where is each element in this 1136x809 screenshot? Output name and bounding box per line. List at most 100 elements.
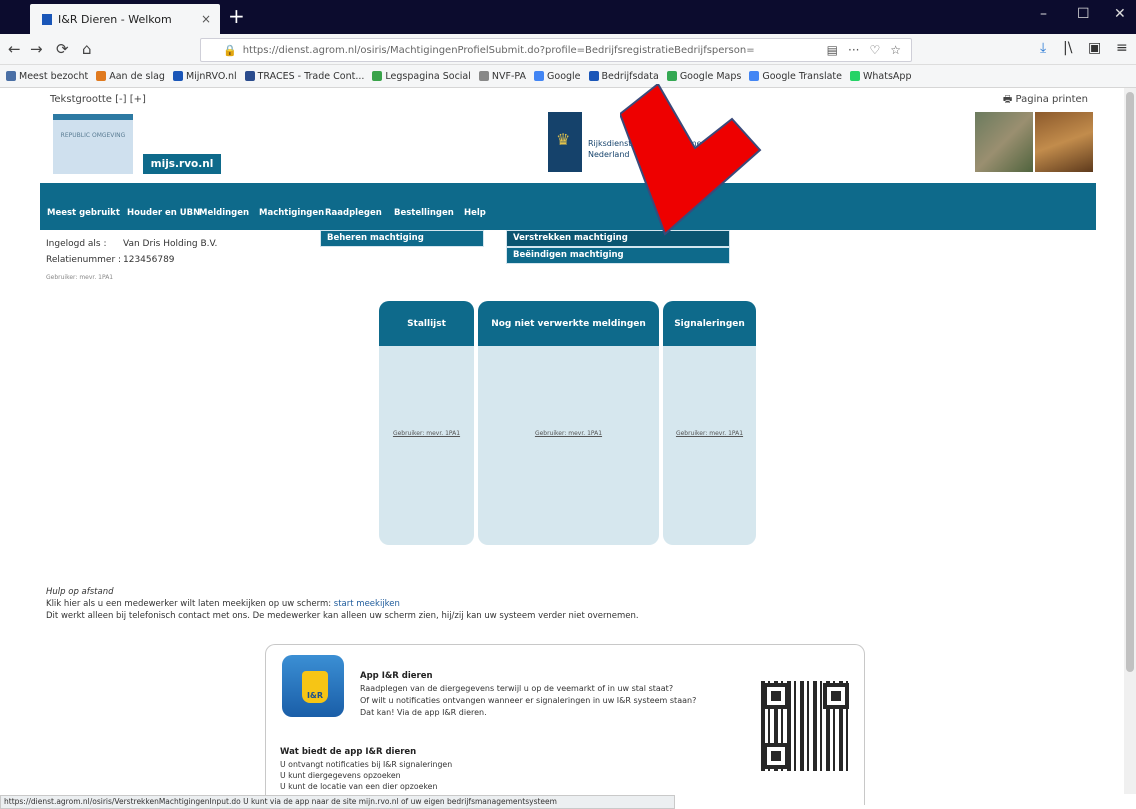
bookmark-label: WhatsApp xyxy=(863,70,912,82)
back-icon[interactable]: ← xyxy=(8,40,21,58)
maximize-icon[interactable]: ☐ xyxy=(1077,6,1090,22)
bookmark-star-icon[interactable]: ☆ xyxy=(890,43,901,57)
bookmark-item[interactable]: Google Maps xyxy=(666,70,742,82)
app-ir-icon[interactable]: I&R xyxy=(282,655,344,717)
bookmark-item[interactable]: NVF-PA xyxy=(478,70,527,82)
nav-raadplegen[interactable]: Raadplegen xyxy=(325,208,382,218)
logged-in-label: Ingelogd als : xyxy=(46,239,107,249)
browser-nav-bar: ← → ⟳ ⌂ 🔒 https://dienst.agrom.nl/osiris… xyxy=(0,34,1136,65)
bookmark-icon xyxy=(372,71,383,81)
bookmark-icon xyxy=(666,71,677,81)
app-description: Raadplegen van de diergegevens terwijl u… xyxy=(360,684,697,717)
submenu-beheren-machtiging[interactable]: Beheren machtiging xyxy=(320,230,484,247)
browser-tab[interactable]: I&R Dieren - Welkom × xyxy=(30,4,220,34)
reload-icon[interactable]: ⟳ xyxy=(56,40,69,58)
cow-photo xyxy=(1035,112,1093,172)
bookmark-icon xyxy=(478,71,489,81)
bookmark-item[interactable]: Legspagina Social xyxy=(372,71,471,82)
bookmark-icon xyxy=(749,71,760,81)
nav-meldingen[interactable]: Meldingen xyxy=(199,208,249,218)
bookmark-label: Legspagina Social xyxy=(385,70,471,82)
bookmark-item[interactable]: WhatsApp xyxy=(850,71,911,82)
menu-icon[interactable]: ≡ xyxy=(1116,40,1128,56)
bookmark-label: Google Translate xyxy=(762,70,842,82)
print-page-link[interactable]: 🖶 Pagina printen xyxy=(1003,92,1088,109)
app-title: App I&R dieren xyxy=(360,671,433,681)
qr-code xyxy=(761,681,851,771)
scrollbar-thumb[interactable] xyxy=(1126,92,1134,672)
bookmark-item[interactable]: TRACES - Trade Cont... xyxy=(244,71,364,82)
bookmark-item[interactable]: Google xyxy=(534,71,581,82)
red-pointer-arrow-icon xyxy=(620,84,762,236)
header-photos xyxy=(975,112,1093,172)
help-title: Hulp op afstand xyxy=(46,587,114,597)
mijs-rvo-logo[interactable]: mijs.rvo.nl xyxy=(143,154,221,174)
tab-close-icon[interactable]: × xyxy=(198,12,214,26)
text-size-control[interactable]: Tekstgrootte [-] [+] xyxy=(50,94,146,105)
web-page: Tekstgrootte [-] [+] 🖶 Pagina printen RE… xyxy=(40,88,1096,805)
bookmark-item[interactable]: Google Translate xyxy=(749,71,842,82)
card-signaleringen[interactable]: Signaleringen Gebruiker: mevr. 1PA1 xyxy=(663,301,756,545)
card-stallijst[interactable]: Stallijst Gebruiker: mevr. 1PA1 xyxy=(379,301,474,545)
bookmark-icon xyxy=(534,71,545,81)
bookmark-item[interactable]: MijnRVO.nl xyxy=(172,70,237,82)
pocket-icon[interactable]: ♡ xyxy=(869,43,880,57)
reader-view-icon[interactable]: ▤ xyxy=(827,43,838,57)
library-icon[interactable]: |\ xyxy=(1063,40,1072,56)
bookmark-item[interactable]: Meest bezocht xyxy=(6,71,88,82)
tab-title: I&R Dieren - Welkom xyxy=(58,12,172,26)
bookmark-label: Google Maps xyxy=(679,70,742,82)
bookmark-icon xyxy=(588,71,599,81)
card-signaleringen-link[interactable]: Gebruiker: mevr. 1PA1 xyxy=(663,430,756,437)
nav-help[interactable]: Help xyxy=(464,208,486,218)
bookmark-icon xyxy=(172,71,183,81)
sidebar-icon[interactable]: ▣ xyxy=(1088,40,1101,56)
card-meldingen-link[interactable]: Gebruiker: mevr. 1PA1 xyxy=(478,430,659,437)
new-tab-button[interactable]: + xyxy=(228,6,245,26)
bookmark-icon xyxy=(244,71,255,81)
bookmark-item[interactable]: Bedrijfsdata xyxy=(588,70,659,82)
logged-in-value: Van Dris Holding B.V. xyxy=(123,239,218,249)
bookmark-label: Meest bezocht xyxy=(19,70,89,82)
submenu-beeindigen-machtiging[interactable]: Beëindigen machtiging xyxy=(506,247,730,264)
site-logo: REPUBLIC OMGEVING xyxy=(53,114,133,174)
page-scrollbar[interactable] xyxy=(1124,88,1136,794)
nav-houder-ubn[interactable]: Houder en UBN xyxy=(127,208,200,218)
main-navigation: Meest gebruikt Houder en UBN Meldingen M… xyxy=(40,183,1096,230)
tab-favicon-icon xyxy=(42,13,52,25)
relation-number-value: 123456789 xyxy=(123,255,175,265)
card-stallijst-title[interactable]: Stallijst xyxy=(379,301,474,346)
forward-icon[interactable]: → xyxy=(30,40,43,58)
bookmark-icon xyxy=(6,71,16,81)
card-stallijst-link[interactable]: Gebruiker: mevr. 1PA1 xyxy=(379,430,474,437)
app-features-list: U ontvangt notificaties bij I&R signaler… xyxy=(280,760,453,791)
ear-tag-icon: I&R xyxy=(302,671,328,703)
downloads-icon[interactable]: ⤓ xyxy=(1040,40,1046,56)
card-signaleringen-title[interactable]: Signaleringen xyxy=(663,301,756,346)
help-line-1: Klik hier als u een medewerker wilt late… xyxy=(46,599,400,609)
relation-number-label: Relatienummer : xyxy=(46,255,122,265)
start-meekijken-link[interactable]: start meekijken xyxy=(334,599,400,609)
nav-meest-gebruikt[interactable]: Meest gebruikt xyxy=(47,208,120,218)
browser-tab-bar: I&R Dieren - Welkom × + – ☐ ✕ xyxy=(0,0,1136,34)
close-window-icon[interactable]: ✕ xyxy=(1114,6,1126,22)
minimize-icon[interactable]: – xyxy=(1040,6,1047,22)
card-niet-verwerkte-meldingen[interactable]: Nog niet verwerkte meldingen Gebruiker: … xyxy=(478,301,659,545)
nav-machtigingen[interactable]: Machtigingen xyxy=(259,208,324,218)
nav-bestellingen[interactable]: Bestellingen xyxy=(394,208,454,218)
bookmark-item[interactable]: Aan de slag xyxy=(96,71,165,82)
help-line-2: Dit werkt alleen bij telefonisch contact… xyxy=(46,611,639,621)
bookmark-label: Bedrijfsdata xyxy=(601,70,659,82)
farm-photo xyxy=(975,112,1033,172)
page-actions-icon[interactable]: ··· xyxy=(848,43,859,57)
url-bar[interactable]: 🔒 https://dienst.agrom.nl/osiris/Machtig… xyxy=(200,38,912,62)
url-text[interactable]: https://dienst.agrom.nl/osiris/Machtigin… xyxy=(243,45,827,56)
lock-icon: 🔒 xyxy=(223,43,237,57)
bookmark-label: MijnRVO.nl xyxy=(185,70,237,82)
app-features-title: Wat biedt de app I&R dieren xyxy=(280,747,417,757)
bookmark-label: Aan de slag xyxy=(109,70,165,82)
home-icon[interactable]: ⌂ xyxy=(82,40,92,58)
bookmark-label: NVF-PA xyxy=(491,70,527,82)
rijksoverheid-logo xyxy=(548,112,582,172)
card-meldingen-title[interactable]: Nog niet verwerkte meldingen xyxy=(478,301,659,346)
